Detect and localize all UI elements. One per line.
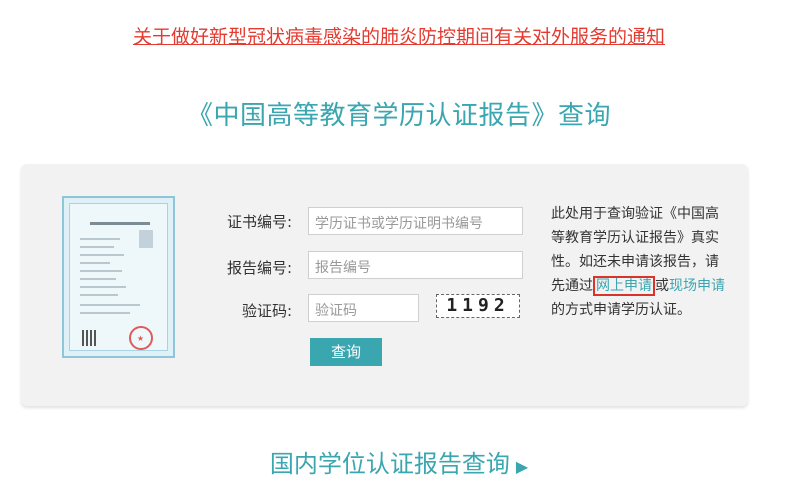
cert-number-input[interactable]: 学历证书或学历证明书编号	[308, 207, 523, 235]
onsite-apply-link[interactable]: 现场申请	[669, 278, 725, 294]
report-number-input[interactable]: 报告编号	[308, 251, 523, 279]
report-number-label: 报告编号:	[226, 259, 292, 277]
cert-number-label: 证书编号:	[226, 213, 292, 231]
description-text: 此处用于查询验证《中国高等教育学历认证报告》真实性。如还未申请该报告，请先通过网…	[551, 206, 725, 318]
certificate-report-image: ★	[62, 196, 175, 358]
page-title: 《中国高等教育学历认证报告》查询	[186, 101, 611, 131]
query-button[interactable]: 查询	[310, 338, 382, 366]
triangle-right-icon: ▶	[515, 457, 529, 476]
qr-code-icon	[82, 330, 98, 346]
query-panel: ★ 证书编号: 学历证书或学历证明书编号 报告编号: 报告编号 验证码: 验证码…	[21, 164, 748, 406]
captcha-label: 验证码:	[241, 302, 292, 320]
degree-report-query-link[interactable]: 国内学位认证报告查询 ▶	[0, 444, 798, 479]
captcha-image[interactable]: 1192	[436, 294, 520, 318]
captcha-input[interactable]: 验证码	[308, 294, 419, 322]
notice-link[interactable]: 关于做好新型冠状病毒感染的肺炎防控期间有关对外服务的通知	[0, 22, 798, 49]
online-apply-link[interactable]: 网上申请	[593, 276, 655, 296]
